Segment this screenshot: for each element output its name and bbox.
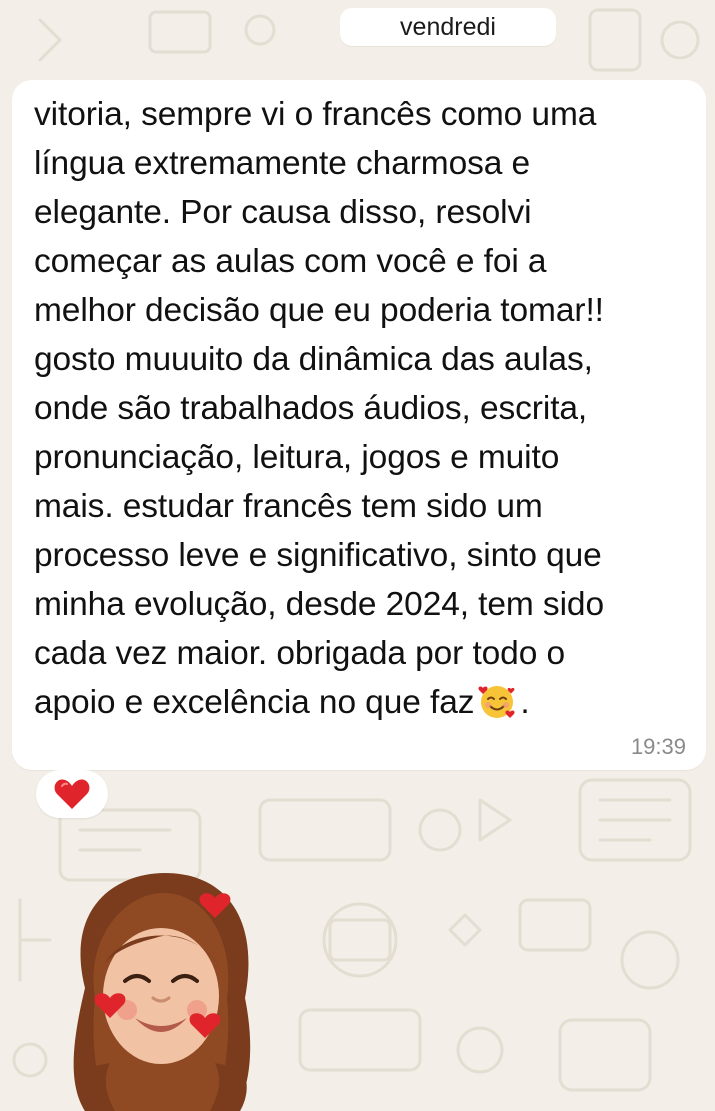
message-line: minha evolução, desde 2024, tem sido (34, 586, 604, 623)
message-text: vitoria, sempre vi o francês como uma lí… (34, 90, 686, 727)
message-bubble[interactable]: vitoria, sempre vi o francês como uma lí… (12, 80, 706, 770)
message-line: língua extremamente charmosa e (34, 145, 531, 182)
red-heart-icon (54, 779, 90, 809)
message-line: melhor decisão que eu poderia tomar!! (34, 292, 604, 329)
date-separator: vendredi (340, 8, 556, 46)
message-timestamp: 19:39 (630, 734, 686, 759)
message-line: gosto muuuito da dinâmica das aulas, (34, 341, 593, 378)
message-line: pronunciação, leitura, jogos e muito (34, 439, 560, 476)
message-line: onde são trabalhados áudios, escrita, (34, 390, 588, 427)
reaction-badge[interactable] (36, 770, 108, 818)
message-line: começar as aulas com você e foi a (34, 243, 547, 280)
message-line: processo leve e significativo, sinto que (34, 537, 602, 574)
message-line-last: apoio e excelência no que faz . (34, 678, 686, 727)
message-line-text: apoio e excelência no que faz (34, 684, 475, 721)
message-line: elegante. Por causa disso, resolvi (34, 194, 532, 231)
message-line: mais. estudar francês tem sido um (34, 488, 543, 525)
message-line: cada vez maior. obrigada por todo o (34, 635, 565, 672)
memoji-sticker-with-hearts-icon[interactable] (55, 868, 270, 1111)
message-line: vitoria, sempre vi o francês como uma (34, 96, 597, 133)
message-trailing-punctuation: . (520, 684, 530, 721)
smiling-face-with-hearts-icon (478, 686, 515, 718)
